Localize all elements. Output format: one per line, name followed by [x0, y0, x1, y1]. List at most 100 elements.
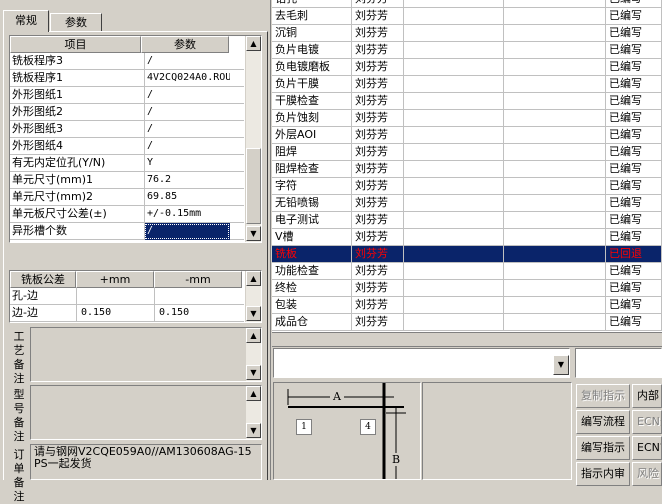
flow-row[interactable]: 成品仓 刘芬芳 已编写 — [272, 314, 662, 331]
params-value-cell[interactable]: / — [144, 138, 230, 155]
model-notes-textarea[interactable]: ▲ ▼ — [30, 385, 262, 440]
flow-empty-cell — [504, 263, 606, 280]
flow-row[interactable]: 负片电镀 刘芬芳 已编写 — [272, 42, 662, 59]
write-flow-button[interactable]: 编写流程 — [576, 410, 630, 434]
tolerance-body: 孔-边 边-边 0.150 0.150 — [10, 288, 244, 322]
vertical-splitter[interactable] — [268, 0, 271, 480]
params-value-cell[interactable]: 4V2CQ024A0.ROU — [144, 70, 230, 87]
params-item-cell: 外形图纸3 — [12, 122, 63, 135]
flow-row[interactable]: V槽 刘芬芳 已编写 — [272, 229, 662, 246]
scroll-up-icon[interactable]: ▲ — [246, 328, 261, 343]
params-row[interactable]: 单元尺寸(mm)1 76.2 — [10, 172, 244, 189]
params-value-cell[interactable]: / — [144, 121, 230, 138]
copy-instructions-button[interactable]: 复制指示 — [576, 384, 630, 408]
flow-row[interactable]: 去毛刺 刘芬芳 已编写 — [272, 8, 662, 25]
params-value-cell[interactable]: +/-0.15mm — [144, 206, 230, 223]
scroll-down-icon[interactable]: ▼ — [246, 423, 261, 438]
flow-row[interactable]: 负片干膜 刘芬芳 已编写 — [272, 76, 662, 93]
process-notes-scrollbar[interactable]: ▲ ▼ — [245, 328, 261, 381]
scroll-down-icon[interactable]: ▼ — [246, 226, 261, 241]
flow-row[interactable]: 功能检查 刘芬芳 已编写 — [272, 263, 662, 280]
params-row[interactable]: 异形槽个数 / — [10, 223, 244, 240]
params-value-cell[interactable]: / — [144, 104, 230, 121]
params-row[interactable]: 单元板尺寸公差(±) +/-0.15mm — [10, 206, 244, 223]
ecn-review-button[interactable]: ECN审 — [632, 436, 662, 460]
params-row[interactable]: 外形图纸2 / — [10, 104, 244, 121]
params-value-cell[interactable]: / — [144, 87, 230, 104]
flow-row[interactable]: 铣板 刘芬芳 已回退 — [272, 246, 662, 263]
horizontal-splitter[interactable] — [272, 333, 662, 347]
process-notes-textarea[interactable]: ▲ ▼ — [30, 327, 262, 382]
flow-empty-cell — [404, 297, 504, 314]
flow-row[interactable]: 电子测试 刘芬芳 已编写 — [272, 212, 662, 229]
params-row[interactable]: 外形图纸3 / — [10, 121, 244, 138]
scroll-thumb[interactable] — [246, 148, 261, 224]
flow-empty-cell — [404, 76, 504, 93]
params-value-cell[interactable]: / — [144, 53, 230, 70]
scroll-down-icon[interactable]: ▼ — [246, 365, 261, 380]
flow-empty-cell — [504, 110, 606, 127]
ecn-impact-label: ECN影 — [637, 415, 661, 428]
params-row[interactable]: 铣板程序1 4V2CQ024A0.ROU — [10, 70, 244, 87]
params-value-cell[interactable]: 69.85 — [144, 189, 230, 206]
tolerance-value-cell[interactable] — [76, 288, 152, 305]
flow-row[interactable]: 字符 刘芬芳 已编写 — [272, 178, 662, 195]
ecn-impact-button[interactable]: ECN影 — [632, 410, 662, 434]
scroll-up-icon[interactable]: ▲ — [246, 271, 261, 286]
chevron-down-icon[interactable]: ▼ — [553, 355, 569, 375]
flow-process-cell: 字符 — [272, 178, 352, 195]
tolerance-value-cell[interactable] — [154, 288, 240, 305]
write-instructions-button[interactable]: 编写指示 — [576, 436, 630, 460]
internal-button[interactable]: 内部 — [632, 384, 662, 408]
instruction-combo[interactable] — [575, 348, 662, 378]
tolerance-value-cell[interactable]: 0.150 — [76, 305, 152, 322]
scroll-up-icon[interactable]: ▲ — [246, 386, 261, 401]
flow-row[interactable]: 终检 刘芬芳 已编写 — [272, 280, 662, 297]
flow-row[interactable]: 负电镀磨板 刘芬芳 已编写 — [272, 59, 662, 76]
scroll-up-icon[interactable]: ▲ — [246, 36, 261, 51]
model-notes-scrollbar[interactable]: ▲ ▼ — [245, 386, 261, 439]
tolerance-value-cell[interactable]: 0.150 — [154, 305, 240, 322]
scroll-down-icon[interactable]: ▼ — [246, 306, 261, 321]
flow-empty-cell — [504, 280, 606, 297]
risk-button[interactable]: 风险 — [632, 462, 662, 486]
params-item-cell: 外形图纸2 — [12, 105, 63, 118]
flow-row[interactable]: 阻焊 刘芬芳 已编写 — [272, 144, 662, 161]
flow-row[interactable]: 干膜检查 刘芬芳 已编写 — [272, 93, 662, 110]
flow-empty-cell — [404, 127, 504, 144]
params-row[interactable]: 外形图纸4 / — [10, 138, 244, 155]
flow-row[interactable]: 无铅喷锡 刘芬芳 已编写 — [272, 195, 662, 212]
flow-empty-cell — [404, 314, 504, 331]
flow-combo[interactable]: ▼ — [273, 348, 570, 378]
model-notes-label: 型 号 备 注 — [11, 388, 27, 444]
diagram-label-b-text: B — [392, 453, 401, 466]
tolerance-row[interactable]: 孔-边 — [10, 288, 244, 305]
params-value-cell[interactable]: / — [144, 223, 230, 240]
flow-process-cell: 包装 — [272, 297, 352, 314]
flow-process-cell: 外层AOI — [272, 127, 352, 144]
params-value-cell[interactable]: 76.2 — [144, 172, 230, 189]
params-row[interactable]: 有无内定位孔(Y/N) Y — [10, 155, 244, 172]
instructions-review-button[interactable]: 指示内审 — [576, 462, 630, 486]
flow-author-cell: 刘芬芳 — [352, 110, 404, 127]
tab-general[interactable]: 常规 — [3, 10, 49, 32]
flow-row[interactable]: 沉铜 刘芬芳 已编写 — [272, 25, 662, 42]
tolerance-scrollbar[interactable]: ▲ ▼ — [245, 271, 261, 322]
flow-process-cell: 负电镀磨板 — [272, 59, 352, 76]
tolerance-header-2: -mm — [154, 271, 242, 288]
params-scrollbar[interactable]: ▲ ▼ — [245, 36, 261, 242]
order-notes-textarea[interactable]: 请与钢网V2CQE059A0//AM130608AG-15 PS一起发货 — [30, 444, 262, 480]
diagram-label-b: B — [390, 453, 403, 466]
params-row[interactable]: 单元尺寸(mm)2 69.85 — [10, 189, 244, 206]
flow-row[interactable]: 外层AOI 刘芬芳 已编写 — [272, 127, 662, 144]
params-value-cell[interactable]: Y — [144, 155, 230, 172]
flow-row[interactable]: 负片蚀刻 刘芬芳 已编写 — [272, 110, 662, 127]
flow-row[interactable]: 阻焊检查 刘芬芳 已编写 — [272, 161, 662, 178]
tolerance-row[interactable]: 边-边 0.150 0.150 — [10, 305, 244, 322]
params-row[interactable]: 铣板程序3 / — [10, 53, 244, 70]
flow-row[interactable]: 包装 刘芬芳 已编写 — [272, 297, 662, 314]
tab-params[interactable]: 参数 — [50, 13, 102, 32]
flow-author-cell: 刘芬芳 — [352, 297, 404, 314]
params-row[interactable]: 外形图纸1 / — [10, 87, 244, 104]
flow-row[interactable]: 钻孔刘芬芳 已编写 — [272, 0, 662, 8]
